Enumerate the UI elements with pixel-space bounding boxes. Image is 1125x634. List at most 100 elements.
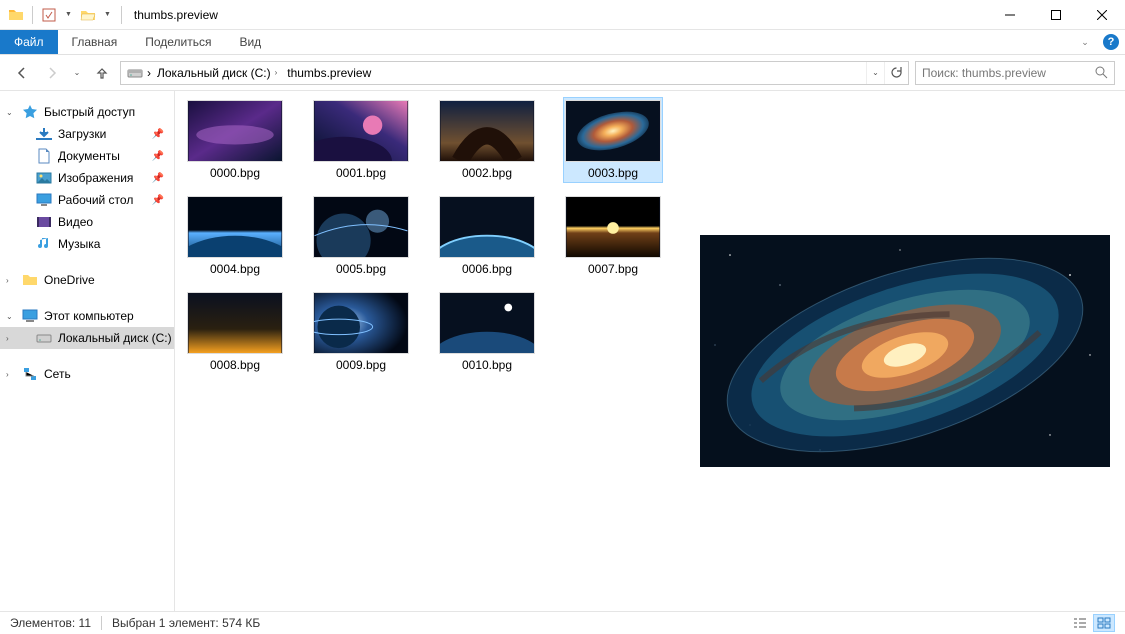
file-item[interactable]: 0007.bpg xyxy=(563,193,663,279)
pin-icon: 📌 xyxy=(152,129,164,140)
thumbnail xyxy=(313,100,409,162)
qat-dropdown[interactable]: ▼ xyxy=(63,11,74,18)
chevron-right-icon[interactable]: › xyxy=(6,276,9,285)
drive-icon xyxy=(121,65,147,81)
breadcrumb-root[interactable]: Локальный диск (C:)› xyxy=(151,62,281,84)
status-count: Элементов: 11 xyxy=(10,616,91,630)
chevron-right-icon[interactable]: › xyxy=(6,370,9,379)
breadcrumb-folder[interactable]: thumbs.preview xyxy=(281,62,375,84)
music-icon xyxy=(36,236,52,252)
chevron-down-icon[interactable]: ⌄ xyxy=(6,108,13,117)
nav-desktop[interactable]: Рабочий стол 📌 xyxy=(0,189,174,211)
ribbon: Файл Главная Поделиться Вид ⌄ ? xyxy=(0,30,1125,55)
file-item[interactable]: 0004.bpg xyxy=(185,193,285,279)
drive-icon xyxy=(36,330,52,346)
folder-open-icon[interactable] xyxy=(80,7,96,23)
thumbnail xyxy=(313,292,409,354)
ribbon-collapse-button[interactable]: ⌄ xyxy=(1073,30,1097,54)
nav-videos[interactable]: Видео xyxy=(0,211,174,233)
body: ⌄ Быстрый доступ Загрузки 📌 Документы 📌 … xyxy=(0,91,1125,611)
file-name: 0002.bpg xyxy=(462,166,512,180)
folder-icon xyxy=(22,272,38,288)
file-item[interactable]: 0010.bpg xyxy=(437,289,537,375)
back-button[interactable] xyxy=(10,61,34,85)
file-name: 0007.bpg xyxy=(588,262,638,276)
tab-home[interactable]: Главная xyxy=(58,30,132,54)
file-grid[interactable]: 0000.bpg 0001.bpg 0002.bpg 0003.bpg xyxy=(175,91,695,611)
file-item[interactable]: 0002.bpg xyxy=(437,97,537,183)
file-name: 0008.bpg xyxy=(210,358,260,372)
file-item[interactable]: 0009.bpg xyxy=(311,289,411,375)
file-item-selected[interactable]: 0003.bpg xyxy=(563,97,663,183)
file-item[interactable]: 0001.bpg xyxy=(311,97,411,183)
desktop-icon xyxy=(36,192,52,208)
search-input[interactable]: Поиск: thumbs.preview xyxy=(915,61,1115,85)
thumbnail xyxy=(187,196,283,258)
up-button[interactable] xyxy=(90,61,114,85)
properties-icon[interactable] xyxy=(41,7,57,23)
nav-this-pc[interactable]: ⌄ Этот компьютер xyxy=(0,305,174,327)
file-item[interactable]: 0008.bpg xyxy=(185,289,285,375)
pin-icon: 📌 xyxy=(152,173,164,184)
pin-icon: 📌 xyxy=(152,151,164,162)
status-bar: Элементов: 11 Выбран 1 элемент: 574 КБ xyxy=(0,611,1125,634)
address-bar[interactable]: › Локальный диск (C:)› thumbs.preview ⌄ xyxy=(120,61,909,85)
file-name: 0000.bpg xyxy=(210,166,260,180)
chevron-down-icon[interactable]: ⌄ xyxy=(6,312,13,321)
thumbnail xyxy=(439,196,535,258)
window-title: thumbs.preview xyxy=(134,8,218,22)
pc-icon xyxy=(22,308,38,324)
window-controls xyxy=(987,0,1125,30)
tab-share[interactable]: Поделиться xyxy=(131,30,225,54)
file-name: 0005.bpg xyxy=(336,262,386,276)
view-details-button[interactable] xyxy=(1069,614,1091,632)
nav-local-disk[interactable]: › Локальный диск (C:) xyxy=(0,327,174,349)
document-icon xyxy=(36,148,52,164)
file-name: 0009.bpg xyxy=(336,358,386,372)
chevron-right-icon[interactable]: › xyxy=(6,334,9,343)
help-button[interactable]: ? xyxy=(1097,30,1125,54)
view-thumbnails-button[interactable] xyxy=(1093,614,1115,632)
file-item[interactable]: 0006.bpg xyxy=(437,193,537,279)
folder-dropdown[interactable]: ▼ xyxy=(102,11,113,18)
nav-onedrive[interactable]: › OneDrive xyxy=(0,269,174,291)
close-button[interactable] xyxy=(1079,0,1125,30)
star-icon xyxy=(22,104,38,120)
quick-access-toolbar: ▼ ▼ xyxy=(0,6,124,24)
file-item[interactable]: 0005.bpg xyxy=(311,193,411,279)
tab-view[interactable]: Вид xyxy=(225,30,275,54)
nav-quick-access[interactable]: ⌄ Быстрый доступ xyxy=(0,101,174,123)
nav-pictures[interactable]: Изображения 📌 xyxy=(0,167,174,189)
maximize-button[interactable] xyxy=(1033,0,1079,30)
file-name: 0001.bpg xyxy=(336,166,386,180)
network-icon xyxy=(22,366,38,382)
thumbnail xyxy=(439,292,535,354)
video-icon xyxy=(36,214,52,230)
tab-file[interactable]: Файл xyxy=(0,30,58,54)
thumbnail xyxy=(565,196,661,258)
thumbnail xyxy=(439,100,535,162)
nav-documents[interactable]: Документы 📌 xyxy=(0,145,174,167)
nav-downloads[interactable]: Загрузки 📌 xyxy=(0,123,174,145)
search-placeholder: Поиск: thumbs.preview xyxy=(922,66,1095,80)
address-dropdown[interactable]: ⌄ xyxy=(866,62,884,84)
file-name: 0004.bpg xyxy=(210,262,260,276)
minimize-button[interactable] xyxy=(987,0,1033,30)
preview-pane xyxy=(695,91,1125,611)
file-name: 0010.bpg xyxy=(462,358,512,372)
preview-image xyxy=(700,235,1110,467)
thumbnail xyxy=(565,100,661,162)
nav-network[interactable]: › Сеть xyxy=(0,363,174,385)
search-icon xyxy=(1095,66,1108,79)
file-item[interactable]: 0000.bpg xyxy=(185,97,285,183)
download-icon xyxy=(36,126,52,142)
forward-button[interactable] xyxy=(40,61,64,85)
nav-music[interactable]: Музыка xyxy=(0,233,174,255)
folder-icon xyxy=(8,7,24,23)
file-name: 0006.bpg xyxy=(462,262,512,276)
thumbnail xyxy=(187,100,283,162)
file-name: 0003.bpg xyxy=(588,166,638,180)
content-area: 0000.bpg 0001.bpg 0002.bpg 0003.bpg xyxy=(175,91,1125,611)
recent-dropdown[interactable]: ⌄ xyxy=(70,61,84,85)
refresh-button[interactable] xyxy=(884,62,908,84)
